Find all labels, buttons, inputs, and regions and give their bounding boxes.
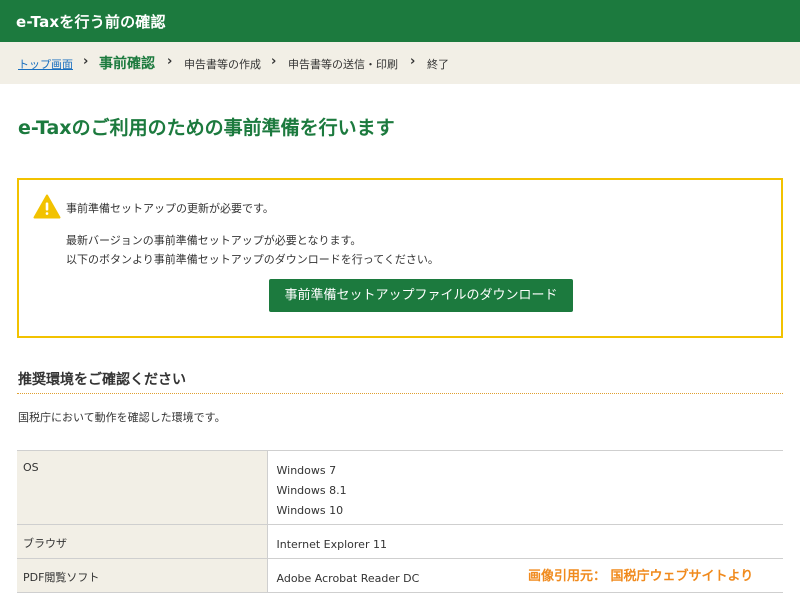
section-divider [17, 393, 783, 394]
download-setup-button[interactable]: 事前準備セットアップファイルのダウンロード [269, 279, 573, 312]
breadcrumb-item-send-print: 申告書等の送信・印刷 [288, 58, 398, 71]
row-label-browser: ブラウザ [17, 524, 268, 559]
image-credit: 画像引用元： 国税庁ウェブサイトより [528, 569, 754, 584]
row-value-os: Windows 7 Windows 8.1 Windows 10 [267, 450, 783, 525]
environment-description: 国税庁において動作を確認した環境です。 [18, 411, 226, 424]
os-value: Windows 8.1 [276, 484, 347, 497]
row-label-os: OS [17, 450, 268, 525]
breadcrumb-item-end: 終了 [427, 58, 449, 71]
breadcrumb-separator: › [271, 54, 277, 69]
breadcrumb-item-current: 事前確認 [99, 56, 155, 72]
breadcrumb-item-top[interactable]: トップ画面 [18, 56, 73, 72]
alert-detail-line-2: 以下のボタンより事前準備セットアップのダウンロードを行ってください。 [66, 253, 439, 266]
app-header: e-Taxを行う前の確認 [0, 0, 800, 42]
breadcrumb-separator: › [410, 54, 416, 69]
breadcrumb: トップ画面 › 事前確認 › 申告書等の作成 › 申告書等の送信・印刷 › 終了 [0, 42, 800, 84]
breadcrumb-separator: › [83, 54, 89, 69]
breadcrumb-item-create: 申告書等の作成 [184, 58, 261, 71]
page-title: e-Taxのご利用のための事前準備を行います [18, 117, 395, 139]
row-value-browser: Internet Explorer 11 [267, 524, 783, 559]
breadcrumb-separator: › [167, 54, 173, 69]
warning-icon [33, 194, 61, 219]
table-row: OS Windows 7 Windows 8.1 Windows 10 [17, 450, 783, 525]
table-row: ブラウザ Internet Explorer 11 [17, 524, 783, 559]
row-label-pdf-viewer: PDF閲覧ソフト [17, 558, 268, 593]
browser-value: Internet Explorer 11 [276, 538, 387, 551]
alert-detail-line-1: 最新バージョンの事前準備セットアップが必要となります。 [66, 234, 362, 247]
alert-message: 事前準備セットアップの更新が必要です。 [66, 202, 274, 215]
os-value: Windows 7 [276, 464, 337, 477]
header-title: e-Taxを行う前の確認 [16, 13, 166, 31]
setup-update-alert: 事前準備セットアップの更新が必要です。 最新バージョンの事前準備セットアップが必… [17, 178, 783, 338]
os-value: Windows 10 [276, 504, 344, 517]
environment-heading: 推奨環境をご確認ください [18, 372, 186, 388]
